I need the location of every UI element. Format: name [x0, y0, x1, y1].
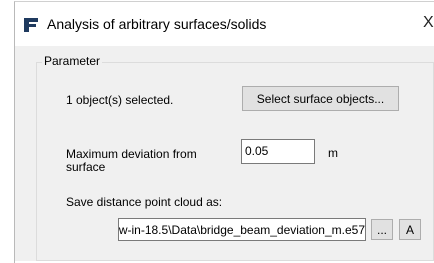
max-deviation-label: Maximum deviation from [66, 147, 197, 161]
app-logo-icon [24, 18, 38, 32]
save-path-input[interactable]: hats-new-in-18.5\Data\bridge_beam_deviat… [118, 218, 366, 241]
max-deviation-input[interactable]: 0.05 [241, 139, 315, 164]
dialog-title: Analysis of arbitrary surfaces/solids [47, 16, 267, 32]
save-path-value: hats-new-in-18.5\Data\bridge_beam_deviat… [118, 223, 365, 237]
close-icon[interactable]: X [423, 14, 434, 32]
save-point-cloud-label: Save distance point cloud as: [66, 195, 223, 209]
select-surface-objects-button[interactable]: Select surface objects... [242, 86, 399, 111]
max-deviation-value: 0.05 [245, 144, 269, 158]
browse-button[interactable]: ... [371, 219, 393, 240]
title-bar[interactable]: Analysis of arbitrary surfaces/solids X [15, 2, 434, 46]
a-button[interactable]: A [399, 219, 421, 240]
selection-status-label: 1 object(s) selected. [66, 93, 174, 107]
max-deviation-unit-label: m [328, 146, 338, 160]
parameter-group-legend: Parameter [42, 54, 103, 68]
max-deviation-label-line2: surface [66, 160, 106, 174]
